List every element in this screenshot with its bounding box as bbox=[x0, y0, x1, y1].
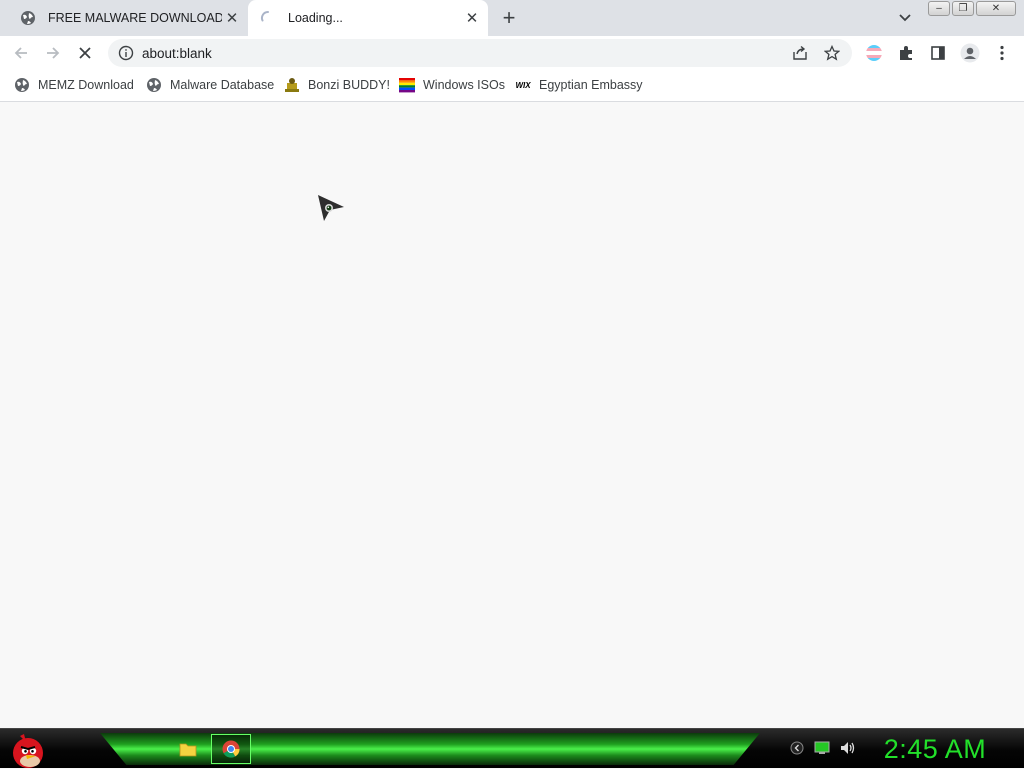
bookmark-label: MEMZ Download bbox=[38, 78, 134, 92]
back-button[interactable] bbox=[8, 40, 34, 66]
tab-strip: FREE MALWARE DOWNLOAD ✕ Loading... ✕ + –… bbox=[0, 0, 1024, 36]
window-controls: – ❐ ✕ bbox=[928, 1, 1018, 16]
side-panel-button[interactable] bbox=[925, 40, 951, 66]
system-tray bbox=[790, 741, 866, 755]
page-content bbox=[0, 102, 1024, 728]
url-text[interactable]: about:blank bbox=[142, 46, 212, 61]
kebab-menu-icon bbox=[1000, 45, 1004, 61]
bookmark-egyptian-embassy[interactable]: WIX Egyptian Embassy bbox=[515, 76, 643, 94]
stop-button[interactable] bbox=[72, 40, 98, 66]
taskbar-chrome[interactable] bbox=[211, 734, 251, 764]
bookmark-memz-download[interactable]: MEMZ Download bbox=[14, 76, 134, 94]
address-bar[interactable]: about:blank bbox=[108, 39, 852, 67]
bookmark-label: Malware Database bbox=[170, 78, 275, 92]
loading-spinner-icon bbox=[260, 10, 269, 22]
share-icon[interactable] bbox=[792, 45, 808, 61]
stop-icon bbox=[79, 47, 91, 59]
rainbow-flag-icon bbox=[399, 78, 415, 93]
globe-icon bbox=[15, 78, 29, 92]
trans-flag-icon bbox=[866, 45, 882, 61]
info-icon[interactable] bbox=[118, 45, 134, 61]
globe-icon bbox=[147, 78, 161, 92]
tray-chevron-icon[interactable] bbox=[790, 741, 804, 755]
tab-free-malware-download[interactable]: FREE MALWARE DOWNLOAD ✕ bbox=[8, 0, 248, 36]
avatar-icon bbox=[960, 43, 980, 63]
bonzi-icon bbox=[285, 78, 299, 92]
forward-button[interactable] bbox=[40, 40, 66, 66]
side-panel-icon bbox=[931, 46, 945, 60]
taskbar: 2:45 AM bbox=[0, 728, 1024, 768]
globe-icon bbox=[21, 11, 35, 25]
bookmark-label: Windows ISOs bbox=[423, 78, 505, 92]
tab-search-button[interactable] bbox=[895, 8, 915, 28]
profile-button[interactable] bbox=[957, 40, 983, 66]
bookmark-windows-isos[interactable]: Windows ISOs bbox=[399, 76, 505, 94]
new-tab-button[interactable]: + bbox=[497, 5, 521, 30]
extension-flag-button[interactable] bbox=[861, 40, 887, 66]
taskbar-clock[interactable]: 2:45 AM bbox=[880, 731, 990, 767]
bookmark-label: Bonzi BUDDY! bbox=[308, 78, 390, 92]
restore-button[interactable]: ❐ bbox=[952, 1, 974, 16]
extensions-button[interactable] bbox=[893, 40, 919, 66]
menu-button[interactable] bbox=[989, 40, 1015, 66]
puzzle-icon bbox=[900, 46, 912, 60]
volume-icon[interactable] bbox=[840, 741, 856, 755]
bookmarks-bar: MEMZ Download Malware Database Bonzi BUD… bbox=[0, 69, 1024, 102]
tab-title: Loading... bbox=[288, 11, 343, 25]
bookmark-malware-database[interactable]: Malware Database bbox=[146, 76, 274, 94]
angry-bird-start-icon[interactable] bbox=[6, 729, 50, 769]
tab-loading[interactable]: Loading... ✕ bbox=[248, 0, 488, 36]
taskbar-file-explorer[interactable] bbox=[168, 734, 208, 764]
minimize-button[interactable]: – bbox=[928, 1, 950, 16]
bookmark-star-icon[interactable] bbox=[824, 45, 840, 61]
chevron-down-icon bbox=[899, 14, 911, 22]
eye-cursor-icon bbox=[318, 195, 344, 221]
browser-toolbar: about:blank bbox=[0, 36, 1024, 69]
tab-title: FREE MALWARE DOWNLOAD bbox=[48, 11, 222, 25]
bookmark-bonzi-buddy[interactable]: Bonzi BUDDY! bbox=[284, 76, 390, 94]
chrome-icon bbox=[222, 740, 240, 758]
folder-icon bbox=[179, 743, 197, 757]
tab-close-button[interactable]: ✕ bbox=[462, 8, 482, 28]
close-window-button[interactable]: ✕ bbox=[976, 1, 1016, 16]
tab-close-button[interactable]: ✕ bbox=[222, 8, 242, 28]
bookmark-label: Egyptian Embassy bbox=[539, 78, 643, 92]
network-icon[interactable] bbox=[814, 741, 830, 755]
back-arrow-icon bbox=[14, 47, 27, 59]
forward-arrow-icon bbox=[47, 47, 60, 59]
wix-icon: WIX bbox=[515, 80, 531, 90]
